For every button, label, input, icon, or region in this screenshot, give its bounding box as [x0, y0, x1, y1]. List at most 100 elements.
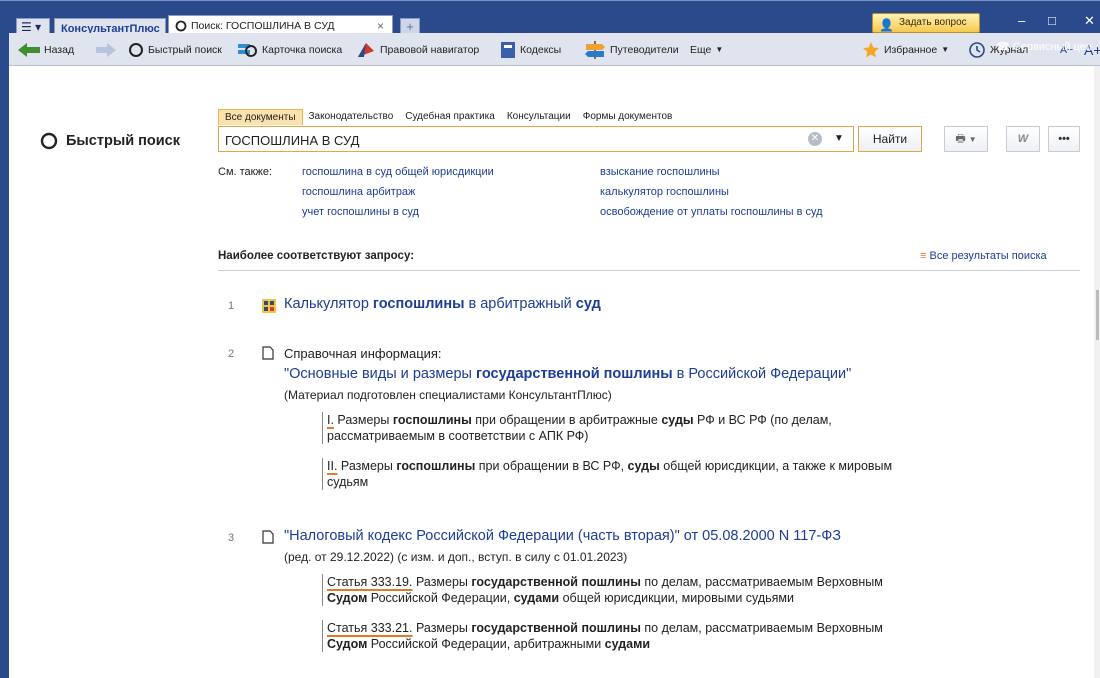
divider	[218, 270, 1080, 271]
ask-question-label: Задать вопрос	[899, 17, 967, 28]
minimize-icon[interactable]: –	[1018, 13, 1025, 28]
word-icon: W	[1017, 133, 1029, 145]
favorites-label: Избранное	[884, 44, 938, 56]
fragment-highlight: государственной пошлины	[471, 575, 641, 589]
quick-search-label: Быстрый поиск	[148, 44, 222, 56]
find-button[interactable]: Найти	[858, 126, 922, 152]
all-results-label: Все результаты поиска	[929, 250, 1047, 262]
fragment-lead-link[interactable]: I.	[327, 413, 334, 427]
forward-button[interactable]	[96, 41, 120, 59]
fragment-lead-link[interactable]: II.	[327, 459, 337, 473]
guides-button[interactable]: Путеводители	[584, 41, 679, 59]
all-results-link[interactable]: ≡ Все результаты поиска	[920, 250, 1047, 262]
navigator-flag-icon	[358, 43, 374, 57]
fragment-highlight: госпошлины	[392, 413, 472, 427]
chevron-down-icon: ▼	[968, 135, 977, 144]
result-title-part: "Основные виды и размеры	[284, 366, 476, 382]
star-icon	[863, 42, 879, 58]
fragment-lead-link[interactable]: Статья 333.19.	[327, 575, 412, 589]
result-note: (Материал подготовлен специалистами Конс…	[284, 388, 612, 402]
close-window-icon[interactable]: ✕	[1084, 13, 1095, 29]
tab-legislation[interactable]: Законодательство	[303, 109, 400, 125]
see-also-link[interactable]: госпошлина арбитраж	[302, 186, 415, 198]
result-fragment[interactable]: Статья 333.21. Размеры государственной п…	[322, 620, 1022, 652]
fragment-text: общей юрисдикции, мировыми судьями	[559, 591, 795, 605]
codes-label: Кодексы	[520, 44, 562, 56]
title-bar: ☰ ▾ КонсультантПлюс Поиск: ГОСПОШЛИНА В …	[0, 0, 1100, 36]
service-center-link[interactable]: ☎ Сервисный цен	[996, 40, 1092, 53]
vertical-scrollbar[interactable]	[1094, 66, 1100, 678]
fragment-highlight: судами	[604, 637, 651, 651]
more-menu[interactable]: Еще ▼	[690, 41, 723, 59]
fragment-highlight: суды	[627, 459, 660, 473]
result-fragment[interactable]: Статья 333.19. Размеры государственной п…	[322, 574, 1022, 606]
fragment-text: Размеры	[337, 459, 397, 473]
back-button[interactable]: Назад	[18, 41, 74, 59]
see-also-link[interactable]: освобождение от уплаты госпошлины в суд	[600, 206, 823, 218]
result-link[interactable]: "Основные виды и размеры государственной…	[284, 366, 851, 382]
page-title: Быстрый поиск	[40, 132, 180, 150]
result-link[interactable]: Калькулятор госпошлины в арбитражный суд	[284, 296, 601, 312]
result-title-part: в арбитражный	[464, 296, 576, 312]
fragment-highlight: госпошлины	[396, 459, 476, 473]
print-button[interactable]: 🖶 ▼	[944, 126, 988, 152]
fragment-highlight: Судом	[327, 591, 368, 605]
tab-consultations[interactable]: Консультации	[501, 109, 577, 125]
quick-search-button[interactable]: Быстрый поиск	[128, 41, 222, 59]
history-clock-icon	[969, 42, 985, 58]
tab-label: Поиск: ГОСПОШЛИНА В СУД	[191, 20, 335, 32]
calculator-icon	[262, 299, 276, 313]
word-export-button[interactable]: W	[1006, 126, 1040, 152]
fragment-text: по делам, рассматриваемым Верховным	[640, 621, 883, 635]
list-icon: ≡	[920, 250, 927, 262]
fragment-highlight: суды	[661, 413, 694, 427]
fragment-text: Размеры	[412, 621, 472, 635]
document-icon	[262, 346, 274, 360]
tab-document-forms[interactable]: Формы документов	[577, 109, 679, 125]
clear-icon[interactable]: ✕	[808, 132, 822, 146]
legal-navigator-button[interactable]: Правовой навигатор	[356, 41, 479, 59]
codes-button[interactable]: Кодексы	[500, 41, 561, 59]
result-number: 3	[228, 532, 235, 544]
result-title-highlight: государственной пошлины	[475, 366, 673, 382]
search-category-tabs: Все документы Законодательство Судебная …	[218, 109, 678, 125]
fragment-text: Размеры	[333, 413, 393, 427]
see-also-link[interactable]: госпошлина в суд общей юрисдикции	[302, 166, 494, 178]
fragment-lead-link[interactable]: Статья 333.21.	[327, 621, 412, 635]
printer-icon: 🖶	[955, 133, 966, 145]
search-box: ✕ ▼	[218, 126, 854, 152]
tab-court-practice[interactable]: Судебная практика	[399, 109, 501, 125]
signpost-icon	[585, 41, 605, 59]
result-title-highlight: суд	[575, 296, 601, 312]
tab-all-documents[interactable]: Все документы	[218, 109, 303, 125]
close-tab-icon[interactable]: ×	[377, 19, 384, 33]
fragment-highlight: Судом	[327, 637, 368, 651]
forward-arrow-icon	[96, 43, 116, 57]
see-also-link[interactable]: калькулятор госпошлины	[600, 186, 729, 198]
fragment-text: Российской Федерации, арбитражными	[367, 637, 605, 651]
result-note: (ред. от 29.12.2022) (с изм. и доп., вст…	[284, 550, 628, 564]
see-also-link[interactable]: учет госпошлины в суд	[302, 206, 419, 218]
search-card-icon	[238, 44, 257, 57]
result-fragment[interactable]: I. Размеры госпошлины при обращении в ар…	[322, 412, 1022, 444]
ask-question-button[interactable]: 👤 Задать вопрос	[872, 13, 980, 33]
more-options-button[interactable]: •••	[1048, 126, 1080, 152]
more-label: Еще	[690, 44, 712, 56]
favorites-menu[interactable]: Избранное ▼	[862, 41, 949, 59]
result-title-highlight: госпошлины	[372, 296, 465, 312]
search-card-button[interactable]: Карточка поиска	[238, 41, 342, 59]
document-icon	[262, 530, 274, 544]
maximize-icon[interactable]: □	[1048, 13, 1056, 28]
service-icon: ☎	[996, 41, 1010, 53]
see-also-link[interactable]: взыскание госпошлины	[600, 166, 720, 178]
result-fragment[interactable]: II. Размеры госпошлины при обращении в В…	[322, 458, 1042, 490]
codes-book-icon	[501, 42, 515, 58]
service-label: Сервисный цен	[1012, 41, 1092, 53]
fragment-text: по делам, рассматриваемым Верховным	[640, 575, 883, 589]
result-link[interactable]: "Налоговый кодекс Российской Федерации (…	[284, 528, 841, 544]
scrollbar-thumb[interactable]	[1096, 290, 1099, 340]
back-arrow-icon	[18, 43, 40, 57]
result-title-part: в Российской Федерации"	[672, 366, 852, 382]
search-input[interactable]	[225, 131, 785, 149]
chevron-down-icon[interactable]: ▼	[834, 133, 844, 144]
